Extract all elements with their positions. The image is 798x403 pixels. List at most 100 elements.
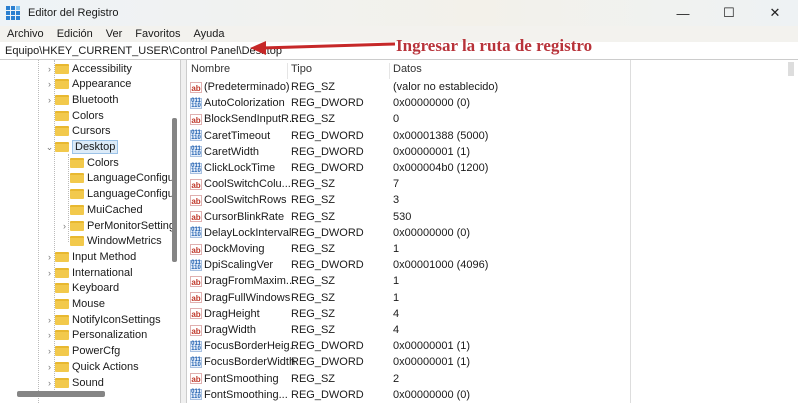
list-scrollbar[interactable] [788,62,794,76]
tree-item[interactable]: › NotifyIconSettings [45,312,161,327]
table-row[interactable]: 011 110 AutoColorization REG_DWORD 0x0000000… [187,95,627,111]
table-row[interactable]: 011 110 FocusBorderHeig... REG_DWORD 0x00000… [187,338,627,354]
tree-item[interactable]: › Personalization [45,328,147,343]
menu-favoritos[interactable]: Favoritos [135,28,180,40]
annotation-arrow-icon [250,41,396,55]
table-row[interactable]: ab DragFromMaxim... REG_SZ 1 [187,273,627,289]
tree-item[interactable]: Keyboard [45,281,119,296]
value-data: 530 [393,210,412,223]
table-row[interactable]: 011 110 DpiScalingVer REG_DWORD 0x00001000 (… [187,257,627,273]
tree-item[interactable]: Colors [45,108,104,123]
folder-icon [55,63,69,74]
expand-chevron-icon[interactable]: › [45,252,54,262]
table-row[interactable]: 011 110 CaretTimeout REG_DWORD 0x00001388 (5… [187,128,627,144]
table-row[interactable]: 011 110 CaretWidth REG_DWORD 0x00000001 (1) [187,144,627,160]
table-row[interactable]: 011 110 ClickLockTime REG_DWORD 0x000004b0 (… [187,160,627,176]
tree-item[interactable]: WindowMetrics [60,234,162,249]
table-row[interactable]: ab CursorBlinkRate REG_SZ 530 [187,209,627,225]
tree-item[interactable]: Cursors [45,124,111,139]
expand-chevron-icon[interactable]: › [45,64,54,74]
folder-icon [70,157,84,168]
expand-chevron-icon[interactable]: › [45,268,54,278]
string-value-icon: ab [190,194,202,206]
table-row[interactable]: ab BlockSendInputR... REG_SZ 0 [187,111,627,127]
menu-archivo[interactable]: Archivo [7,28,44,40]
menu-edicion[interactable]: Edición [57,28,93,40]
expand-chevron-icon[interactable]: › [45,362,54,372]
value-type: REG_SZ [291,194,336,207]
value-data: 4 [393,307,400,320]
expand-chevron-icon[interactable]: › [45,346,54,356]
column-header-name[interactable]: Nombre [187,63,288,79]
tree-item[interactable]: LanguageConfigu [60,171,174,186]
string-value-icon: ab [190,308,202,320]
string-value-icon: ab [190,178,202,190]
tree-item[interactable]: MuiCached [60,202,143,217]
close-button[interactable]: ✕ [752,0,798,26]
table-row[interactable]: ab DragWidth REG_SZ 4 [187,322,627,338]
tree-horizontal-scrollbar[interactable] [17,391,105,397]
table-row[interactable]: ab CoolSwitchColu... REG_SZ 7 [187,176,627,192]
tree-item[interactable]: › Appearance [45,77,131,92]
value-name: FocusBorderHeig... [204,340,299,353]
tree-item[interactable]: › Input Method [45,249,136,264]
value-type: REG_SZ [291,178,336,191]
expand-chevron-icon[interactable]: › [60,221,69,231]
menu-ver[interactable]: Ver [106,28,123,40]
column-header-data[interactable]: Datos [390,63,630,79]
folder-icon [55,110,69,121]
expand-chevron-icon[interactable]: › [45,95,54,105]
registry-tree: › Accessibility › Appearance › Bluetooth Color… [0,60,181,403]
binary-value-icon: 011 110 [190,340,202,352]
table-row[interactable]: ab CoolSwitchRows REG_SZ 3 [187,192,627,208]
tree-item-label: MuiCached [87,203,143,216]
expand-chevron-icon[interactable]: › [45,315,54,325]
tree-vertical-scrollbar[interactable] [172,118,177,262]
expand-chevron-icon[interactable]: › [45,79,54,89]
maximize-button[interactable]: ☐ [706,0,752,26]
tree-item[interactable]: Colors [60,155,119,170]
value-name: FocusBorderWidth [204,356,296,369]
minimize-button[interactable]: — [660,0,706,26]
value-type: REG_SZ [291,243,336,255]
tree-item-label: Appearance [72,78,132,91]
tree-item[interactable]: › PerMonitorSetting [60,218,175,233]
table-row[interactable]: 011 110 DelayLockInterval REG_DWORD 0x000000… [187,225,627,241]
menu-ayuda[interactable]: Ayuda [194,28,225,40]
binary-value-icon: 011 110 [190,146,202,158]
binary-value-icon: 011 110 [190,97,202,109]
column-header-type[interactable]: Tipo [288,63,390,79]
table-row[interactable]: ab DockMoving REG_SZ 1 [187,241,627,257]
expand-chevron-icon[interactable]: › [45,330,54,340]
string-value-icon: ab [190,211,202,223]
tree-item-label: LanguageConfigu [87,188,174,201]
tree-item[interactable]: › Accessibility [45,61,132,76]
table-row[interactable]: ab DragHeight REG_SZ 4 [187,306,627,322]
folder-icon [55,79,69,90]
tree-item[interactable]: LanguageConfigu [60,187,174,202]
tree-item[interactable]: Mouse [45,297,105,312]
tree-item[interactable]: › Bluetooth [45,92,118,107]
binary-value-icon: 011 110 [190,227,202,239]
folder-icon [70,236,84,247]
expand-chevron-icon[interactable]: ⌄ [45,142,54,153]
tree-item-label: Accessibility [72,62,132,75]
tree-item[interactable]: › Sound [45,375,104,390]
tree-item[interactable]: › Quick Actions [45,359,139,374]
table-row[interactable]: 011 110 FontSmoothing... REG_DWORD 0x0000000… [187,387,627,403]
string-value-icon: ab [190,81,202,93]
value-data: 0x000004b0 (1200) [393,162,489,174]
table-row[interactable]: ab (Predeterminado) REG_SZ (valor no establ… [187,79,627,95]
tree-item[interactable]: › International [45,265,133,280]
tree-item-label: Input Method [72,250,137,263]
table-row[interactable]: ab DragFullWindows REG_SZ 1 [187,290,627,306]
tree-item[interactable]: › PowerCfg [45,344,120,359]
tree-item[interactable]: ⌄ Desktop [45,140,119,155]
value-name: AutoColorization [204,97,285,110]
tree-item-label: Colors [72,109,104,122]
value-name: DockMoving [204,243,265,255]
folder-icon [55,267,69,278]
table-row[interactable]: ab FontSmoothing REG_SZ 2 [187,371,627,387]
table-row[interactable]: 011 110 FocusBorderWidth REG_DWORD 0x0000000… [187,354,627,370]
expand-chevron-icon[interactable]: › [45,378,54,388]
